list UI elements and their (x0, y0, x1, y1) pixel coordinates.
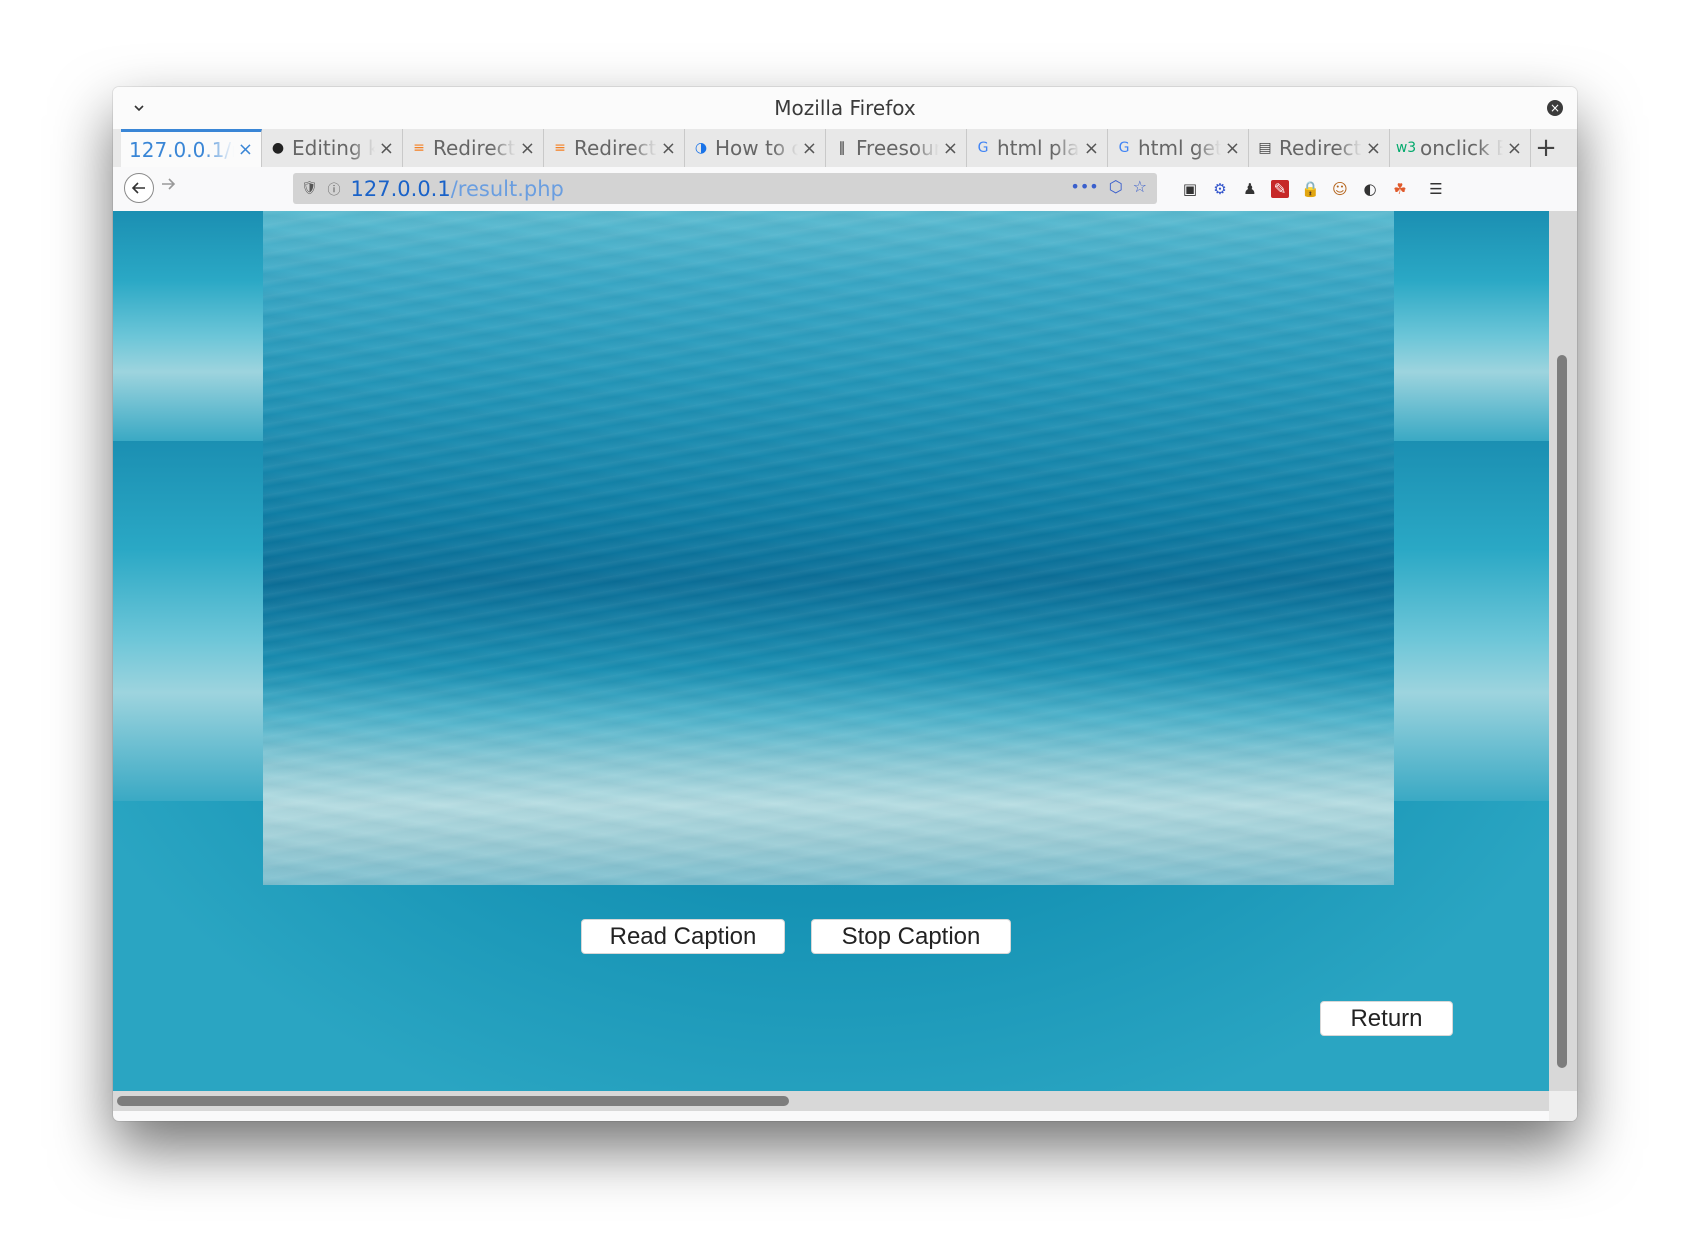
tracking-shield-icon[interactable]: 🛡 (301, 181, 318, 196)
bookmark-star-icon[interactable]: ☆ (1133, 177, 1147, 196)
tab-label: html get (1138, 136, 1221, 160)
tab-close-icon[interactable]: × (520, 138, 535, 159)
tab-close-icon[interactable]: × (661, 138, 676, 159)
title-bar: Mozilla Firefox × (113, 87, 1577, 129)
google-icon: G (977, 140, 989, 156)
dark-reader-ext-icon[interactable]: ◐ (1361, 180, 1379, 198)
vue-devtools-ext-icon[interactable]: ⚙ (1211, 180, 1229, 198)
page-content: Read Caption Stop Caption Return (113, 211, 1549, 1091)
tab-label: onclick E (1420, 136, 1503, 160)
new-tab-button[interactable]: + (1531, 129, 1561, 167)
underwater-image (263, 211, 1394, 885)
read-caption-button[interactable]: Read Caption (581, 919, 785, 954)
background-tile (113, 441, 263, 801)
github-icon: ● (271, 140, 285, 156)
tab-label: html play (997, 136, 1080, 160)
hamburger-menu-icon[interactable]: ☰ (1427, 180, 1445, 198)
tab-close-icon[interactable]: × (1507, 138, 1522, 159)
tab-6[interactable]: ∥ Freesound× (826, 129, 967, 167)
tab-close-icon[interactable]: × (802, 138, 817, 159)
google-icon: G (1118, 140, 1130, 156)
site-info-icon[interactable]: ⓘ (328, 179, 341, 198)
tab-8[interactable]: Ghtml get × (1108, 129, 1249, 167)
return-button[interactable]: Return (1320, 1001, 1453, 1036)
tab-close-icon[interactable]: × (1084, 138, 1099, 159)
vertical-scrollbar[interactable] (1549, 211, 1577, 1091)
window-menu-chevron-icon[interactable] (129, 98, 149, 118)
background-tile (113, 211, 263, 441)
network-ext-icon[interactable]: ☘ (1391, 180, 1409, 198)
tab-10[interactable]: w3 onclick E × (1390, 129, 1531, 167)
forward-button[interactable] (160, 176, 176, 197)
profile-ext-icon[interactable]: ♟ (1241, 180, 1259, 198)
tab-label: Redirect (574, 136, 657, 160)
tab-close-icon[interactable]: × (379, 138, 394, 159)
back-button[interactable] (124, 173, 154, 203)
tab-label: Freesound (856, 136, 939, 160)
tab-3[interactable]: ≡ Redirect × (403, 129, 544, 167)
horizontal-scrollbar[interactable] (113, 1091, 1549, 1111)
site-icon: ◑ (694, 140, 708, 156)
window-close-icon[interactable]: × (1547, 100, 1563, 116)
tampermonkey-ext-icon[interactable]: ☺ (1331, 180, 1349, 198)
tab-close-icon[interactable]: × (238, 139, 253, 160)
scrollbar-corner (1549, 1091, 1577, 1121)
lock-ext-icon[interactable]: 🔒 (1301, 180, 1320, 198)
tab-5[interactable]: ◑ How to c × (685, 129, 826, 167)
freesound-icon: ∥ (838, 140, 846, 156)
w3schools-icon: w3 (1395, 140, 1417, 156)
horizontal-scroll-thumb[interactable] (117, 1096, 789, 1106)
tab-label: How to c (715, 136, 798, 160)
tab-4[interactable]: ≡ Redirect × (544, 129, 685, 167)
tab-strip: 127.0.0.1/result.php×●Editing k×≡Redirec… (113, 129, 1577, 167)
url-bar[interactable]: 🛡 ⓘ 127.0.0.1/result.php ••• ⬡ ☆ (293, 173, 1157, 204)
background-tile (1394, 211, 1549, 441)
tab-label: Redirect (433, 136, 516, 160)
tab-2[interactable]: ● Editing k × (262, 129, 403, 167)
url-path: /result.php (450, 176, 564, 201)
tab-close-icon[interactable]: × (1225, 138, 1240, 159)
tm-icon: ▤ (1258, 140, 1272, 156)
tab-label: Editing k (292, 136, 375, 160)
window-title: Mozilla Firefox (774, 96, 916, 120)
arrow-left-icon (131, 182, 145, 194)
tab-1[interactable]: 127.0.0.1/result.php× (121, 129, 262, 167)
stop-caption-button[interactable]: Stop Caption (811, 919, 1011, 954)
stackoverflow-icon: ≡ (413, 140, 425, 156)
tab-7[interactable]: Ghtml play× (967, 129, 1108, 167)
tab-9[interactable]: ▤ Redirect × (1249, 129, 1390, 167)
pdf-ext-icon[interactable]: ✎ (1271, 180, 1289, 198)
arrow-right-icon (162, 178, 176, 190)
browser-window: Mozilla Firefox × 127.0.0.1/result.php×●… (113, 87, 1577, 1121)
nav-bar: 🛡 ⓘ 127.0.0.1/result.php ••• ⬡ ☆ ▣ ⚙ ♟ ✎… (113, 167, 1577, 212)
screenshot-ext-icon[interactable]: ▣ (1181, 180, 1199, 198)
background-tile (1394, 441, 1549, 801)
tab-close-icon[interactable]: × (1366, 138, 1381, 159)
stackoverflow-icon: ≡ (554, 140, 566, 156)
tab-label: Redirect (1279, 136, 1362, 160)
tab-close-icon[interactable]: × (943, 138, 958, 159)
page-actions-icon[interactable]: ••• (1070, 177, 1098, 196)
url-host: 127.0.0.1 (350, 176, 451, 201)
vertical-scroll-thumb[interactable] (1557, 355, 1567, 1068)
tab-label: 127.0.0.1/result.php (129, 137, 234, 162)
pocket-icon[interactable]: ⬡ (1109, 177, 1123, 196)
